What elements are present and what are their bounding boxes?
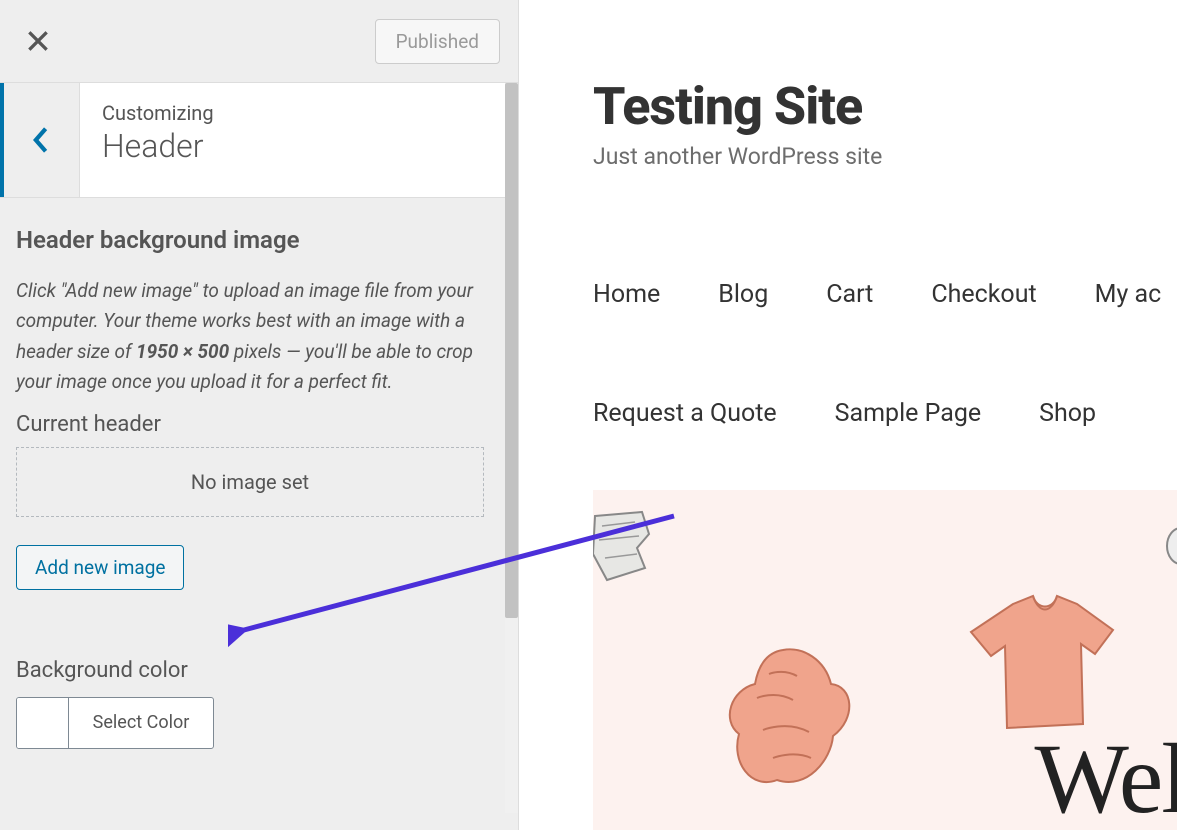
sketch-jacket-icon bbox=[713, 640, 863, 800]
nav-home[interactable]: Home bbox=[593, 280, 660, 309]
header-bg-description: Click "Add new image" to upload an image… bbox=[16, 276, 502, 398]
section-eyebrow: Customizing bbox=[102, 101, 496, 125]
sketch-folded-fabric-icon bbox=[593, 508, 657, 588]
color-swatch bbox=[17, 698, 69, 748]
sidebar-scrollbar-thumb[interactable] bbox=[505, 83, 518, 618]
section-header-text: Customizing Header bbox=[80, 83, 518, 197]
hero-banner: Wel bbox=[593, 490, 1177, 830]
site-nav: Home Blog Cart Checkout My ac Request a … bbox=[519, 170, 1177, 428]
nav-my-account[interactable]: My ac bbox=[1095, 280, 1162, 309]
site-preview: Testing Site Just another WordPress site… bbox=[519, 0, 1177, 830]
header-bg-heading: Header background image bbox=[16, 226, 502, 254]
section-header: Customizing Header bbox=[0, 83, 518, 198]
site-title: Testing Site bbox=[593, 76, 1177, 137]
close-button[interactable] bbox=[8, 11, 68, 71]
nav-sample-page[interactable]: Sample Page bbox=[835, 399, 981, 428]
chevron-left-icon bbox=[31, 126, 49, 154]
no-image-placeholder: No image set bbox=[16, 447, 484, 517]
add-new-image-button[interactable]: Add new image bbox=[16, 545, 184, 590]
panel-body: Header background image Click "Add new i… bbox=[0, 198, 518, 765]
nav-blog[interactable]: Blog bbox=[718, 280, 768, 309]
nav-checkout[interactable]: Checkout bbox=[931, 280, 1036, 309]
nav-cart[interactable]: Cart bbox=[826, 280, 873, 309]
nav-shop[interactable]: Shop bbox=[1039, 399, 1096, 428]
customizer-sidebar: Published Customizing Header Header back… bbox=[0, 0, 519, 830]
select-color-label: Select Color bbox=[69, 698, 213, 748]
background-color-heading: Background color bbox=[16, 658, 502, 683]
site-header: Testing Site Just another WordPress site bbox=[519, 0, 1177, 170]
section-title: Header bbox=[102, 127, 496, 165]
hero-text: Wel bbox=[1034, 721, 1177, 830]
color-picker[interactable]: Select Color bbox=[16, 697, 214, 749]
background-color-section: Background color Select Color bbox=[16, 658, 502, 749]
nav-request-quote[interactable]: Request a Quote bbox=[593, 399, 777, 428]
sidebar-scrollbar[interactable] bbox=[505, 83, 518, 813]
sketch-earbuds-icon bbox=[1163, 520, 1177, 590]
customizer-topbar: Published bbox=[0, 0, 518, 83]
published-button[interactable]: Published bbox=[375, 19, 500, 64]
back-button[interactable] bbox=[0, 83, 80, 197]
desc-dim: 1950 × 500 bbox=[136, 340, 229, 363]
current-header-label: Current header bbox=[16, 412, 502, 437]
site-tagline: Just another WordPress site bbox=[593, 143, 1177, 170]
close-icon bbox=[25, 28, 51, 54]
